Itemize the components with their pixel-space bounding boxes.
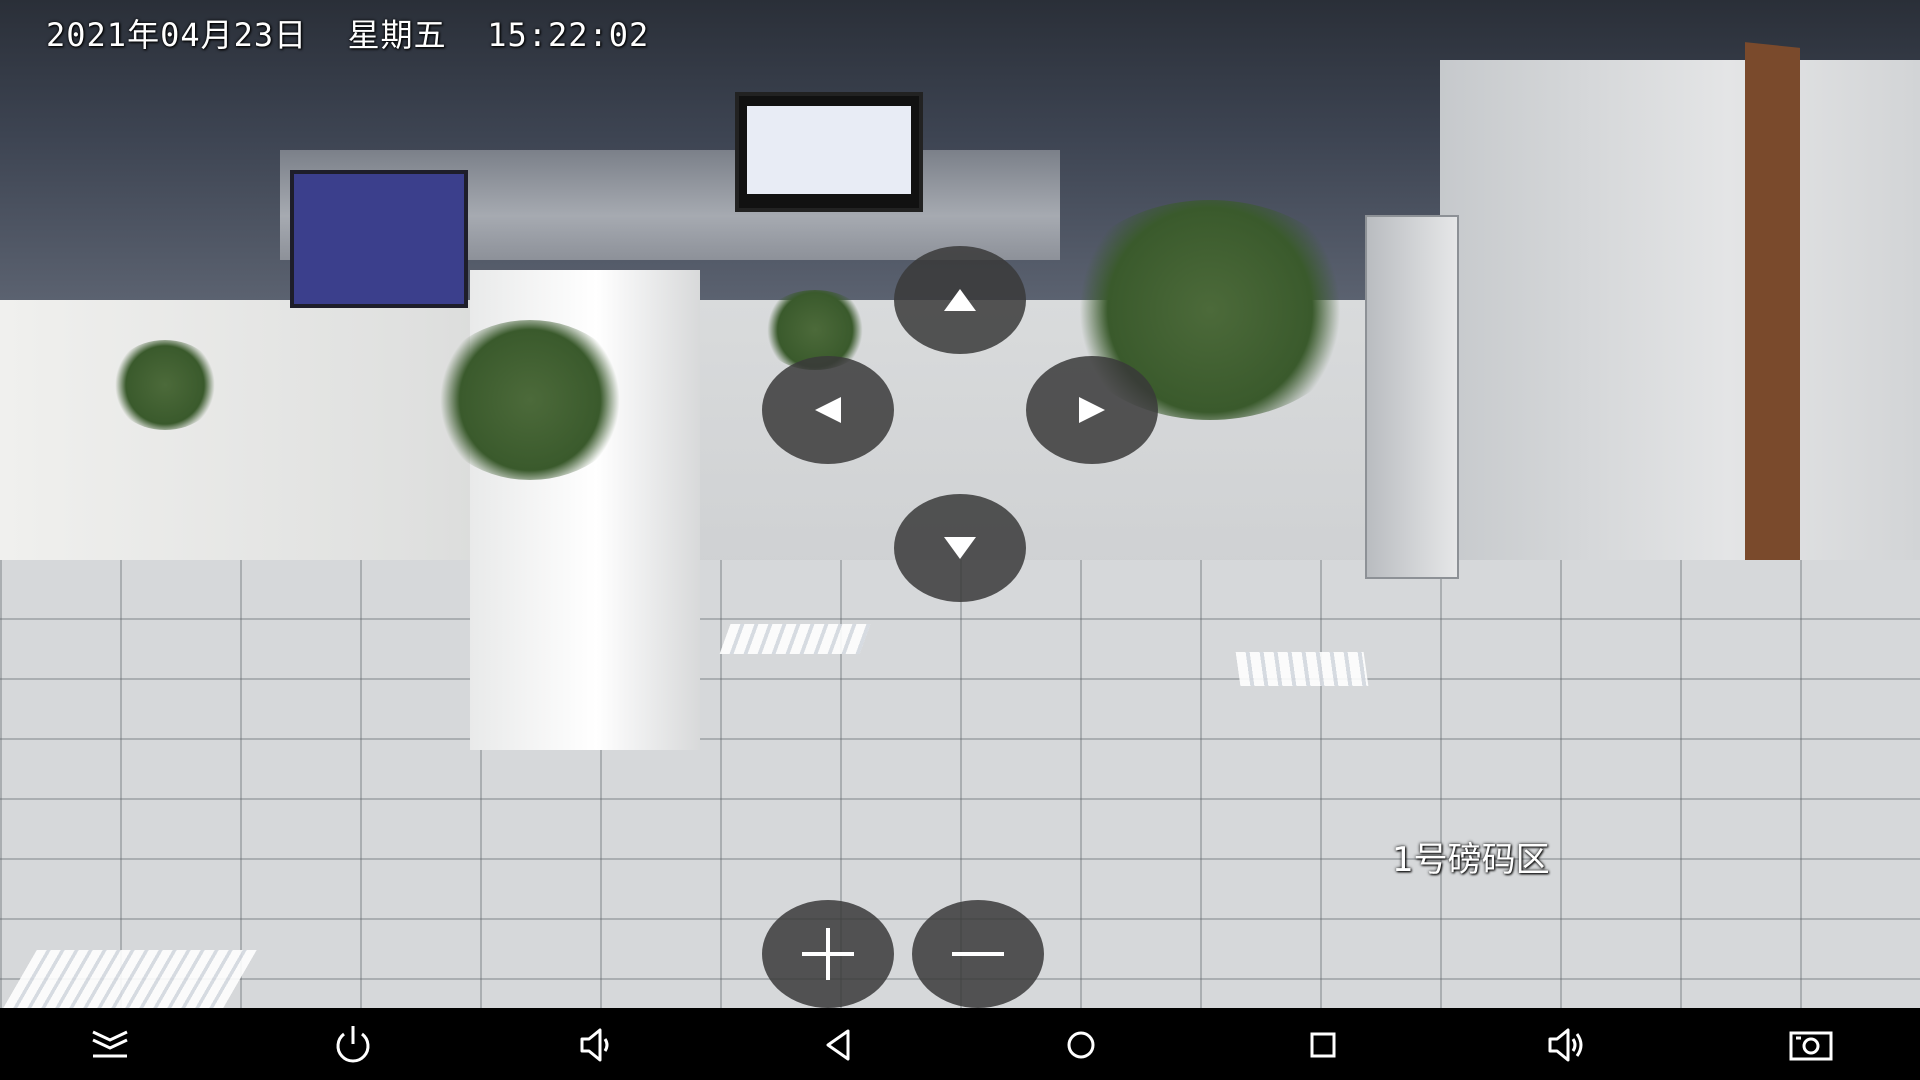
plus-icon [802,928,854,980]
datetime-overlay: 2021年04月23日 星期五 15:22:02 [46,16,650,54]
pan-left-button[interactable] [762,356,894,464]
scene-cabinet [1365,215,1459,579]
back-icon [826,1029,850,1061]
volume-up-icon [1548,1028,1583,1062]
collapse-button[interactable] [81,1016,139,1074]
scene-plant [430,320,630,480]
zoom-out-button[interactable] [912,900,1044,1008]
minus-icon [952,928,1004,980]
pan-right-button[interactable] [1026,356,1158,464]
scene-monitor [735,92,923,212]
arrow-up-icon [944,289,976,311]
screen: 2021年04月23日 星期五 15:22:02 1号磅码区 [0,0,1920,1080]
arrow-right-icon [1079,397,1105,423]
power-button[interactable] [324,1016,382,1074]
screenshot-button[interactable] [1782,1016,1840,1074]
volume-up-button[interactable] [1538,1016,1596,1074]
recents-icon [1310,1032,1336,1058]
back-button[interactable] [810,1016,868,1074]
zoom-in-button[interactable] [762,900,894,1008]
recents-button[interactable] [1294,1016,1352,1074]
volume-down-icon [580,1028,609,1062]
scene-monitor-left [290,170,468,308]
scene-light-reflection [719,624,871,654]
volume-down-button[interactable] [566,1016,624,1074]
navigation-bar [0,1008,1920,1080]
scene-door [1745,42,1800,618]
collapse-icon [92,1030,128,1058]
screenshot-icon [1789,1031,1833,1061]
home-icon [1067,1031,1095,1059]
scene-plant [110,340,220,430]
zone-label: 1号磅码区 [1392,840,1550,880]
pan-up-button[interactable] [894,246,1026,354]
pan-down-button[interactable] [894,494,1026,602]
arrow-down-icon [944,537,976,559]
scene-light-reflection [3,950,257,1008]
scene-light-reflection [1235,652,1369,686]
arrow-left-icon [815,397,841,423]
power-icon [336,1026,370,1063]
home-button[interactable] [1052,1016,1110,1074]
